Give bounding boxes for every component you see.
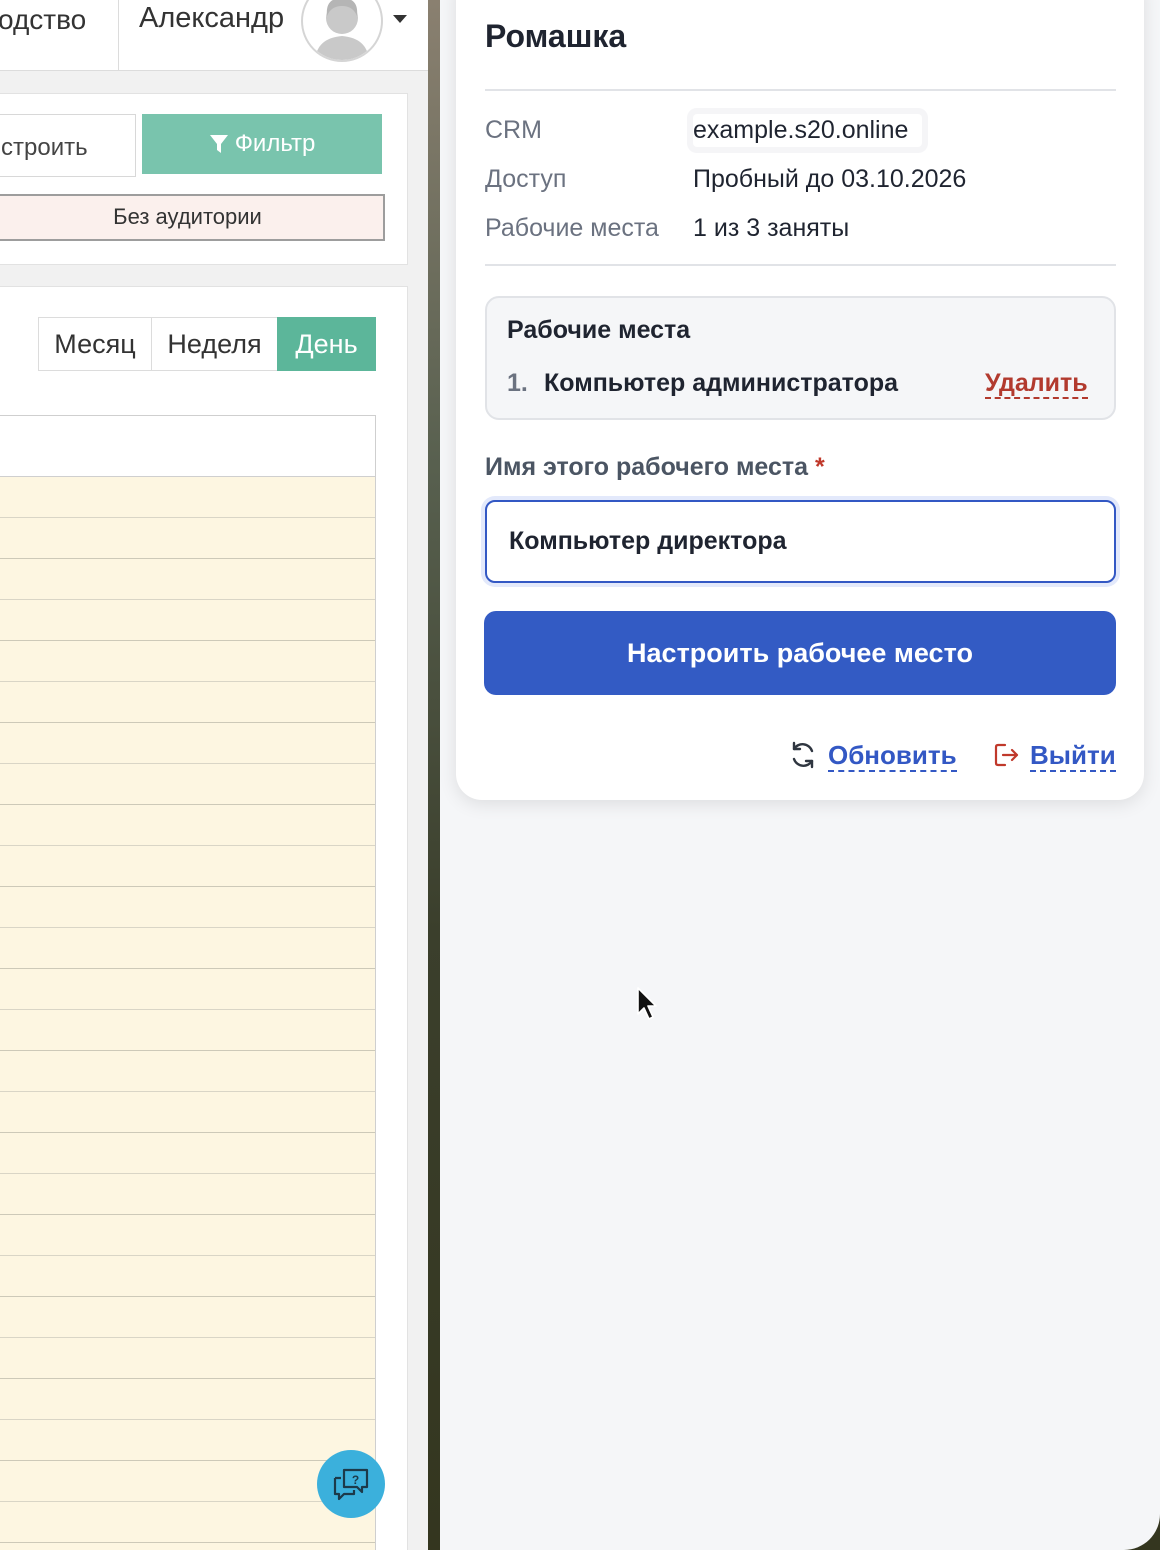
workstation-name-label-text: Имя этого рабочего места: [485, 453, 809, 481]
user-name[interactable]: Александр: [139, 2, 284, 35]
setup-button-label: строить: [1, 134, 88, 161]
setup-button[interactable]: строить: [0, 114, 136, 177]
crm-value: example.s20.online: [693, 114, 922, 147]
logout-icon[interactable]: [992, 740, 1022, 770]
workstations-title: Рабочие места: [507, 316, 691, 344]
divider: [485, 89, 1116, 91]
required-mark: *: [815, 453, 825, 481]
workstation-name-label: Имя этого рабочего места *: [485, 453, 825, 482]
help-chat-button[interactable]: ?: [317, 1450, 385, 1518]
user-avatar-icon: [315, 0, 369, 60]
mouse-cursor-icon: [637, 987, 657, 1020]
setup-workstation-button-label: Настроить рабочее место: [627, 637, 973, 668]
calendar-time-slots[interactable]: [0, 477, 375, 1550]
background-app: одство Александр строить Фильтр Без ауди…: [0, 0, 428, 1550]
calendar-grid[interactable]: [0, 415, 376, 1550]
chevron-down-icon[interactable]: [393, 15, 407, 23]
seats-label: Рабочие места: [485, 214, 659, 242]
divider: [485, 264, 1116, 266]
workstation-name-input[interactable]: [485, 500, 1116, 583]
filter-button-label: Фильтр: [234, 130, 316, 157]
view-week-button[interactable]: Неделя: [151, 317, 278, 371]
logout-link[interactable]: Выйти: [1030, 740, 1116, 772]
view-week-label: Неделя: [167, 328, 262, 359]
app-header: одство Александр: [0, 0, 428, 71]
refresh-link[interactable]: Обновить: [828, 740, 957, 772]
access-label: Доступ: [485, 165, 567, 193]
calendar-grid-header: [0, 416, 375, 477]
manual-link[interactable]: одство: [0, 4, 86, 36]
svg-text:?: ?: [352, 1473, 359, 1487]
delete-workstation-link[interactable]: Удалить: [985, 369, 1088, 399]
view-month-label: Месяц: [54, 328, 136, 359]
setup-workstation-button[interactable]: Настроить рабочее место: [484, 611, 1116, 695]
workstation-number: 1.: [507, 369, 528, 397]
help-chat-icon: ?: [333, 1468, 369, 1501]
avatar[interactable]: [301, 0, 383, 62]
view-month-button[interactable]: Месяц: [38, 317, 152, 371]
view-day-label: День: [295, 328, 358, 359]
crm-label: CRM: [485, 116, 542, 144]
access-value: Пробный до 03.10.2026: [693, 165, 967, 193]
workstations-box: [485, 296, 1116, 420]
filter-button[interactable]: Фильтр: [142, 114, 382, 174]
workstation-name: Компьютер администратора: [544, 369, 899, 397]
no-audience-label: Без аудитории: [113, 204, 262, 229]
refresh-icon[interactable]: [788, 740, 818, 770]
view-day-button[interactable]: День: [277, 317, 376, 371]
filter-icon: [209, 135, 228, 153]
seats-value: 1 из 3 заняты: [693, 214, 850, 242]
organization-title: Ромашка: [485, 18, 627, 54]
header-divider: [118, 0, 119, 70]
no-audience-toggle[interactable]: Без аудитории: [0, 194, 385, 241]
